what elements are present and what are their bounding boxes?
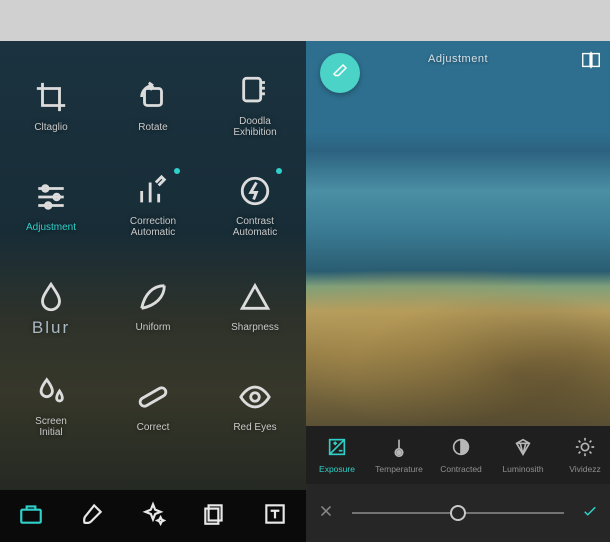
slider-track xyxy=(352,512,564,514)
triangle-icon xyxy=(238,280,272,314)
eye-icon xyxy=(238,380,272,414)
adjust-label: Vividezz xyxy=(569,464,601,474)
adjust-vividness[interactable]: Vividezz xyxy=(554,436,610,474)
tool-blur[interactable]: Blur xyxy=(0,256,102,356)
compare-button[interactable] xyxy=(580,49,602,76)
adjust-contrast[interactable]: Contracted xyxy=(430,436,492,474)
tool-label: Screen Initial xyxy=(35,416,67,438)
drops-icon xyxy=(34,374,68,408)
doodle-icon xyxy=(238,74,272,108)
tool-label: Red Eyes xyxy=(233,422,276,433)
adjust-label: Exposure xyxy=(319,464,355,474)
diamond-icon xyxy=(512,436,534,460)
tool-sharpen[interactable]: Sharpness xyxy=(204,256,306,356)
adjust-temperature[interactable]: Temperature xyxy=(368,436,430,474)
status-bar xyxy=(0,0,610,41)
action-row xyxy=(306,484,610,542)
preview-panel: Adjustment Exposure Temperature Contract… xyxy=(306,41,610,542)
tool-heal[interactable]: Correct xyxy=(102,356,204,456)
tool-adjustment[interactable]: Adjustment xyxy=(0,156,102,256)
panel-title: Adjustment xyxy=(306,53,610,65)
contrast-icon xyxy=(450,436,472,460)
thermometer-icon xyxy=(388,436,410,460)
tool-label: Adjustment xyxy=(26,222,76,233)
nav-effects[interactable] xyxy=(140,501,166,532)
tool-auto-color[interactable]: Correction Automatic xyxy=(102,156,204,256)
bottom-nav xyxy=(0,490,306,542)
close-icon xyxy=(317,502,335,525)
tool-redeye[interactable]: Red Eyes xyxy=(204,356,306,456)
tool-label: Sharpness xyxy=(231,322,279,333)
value-slider[interactable] xyxy=(346,512,570,514)
adjust-label: Temperature xyxy=(375,464,423,474)
tool-label: Blur xyxy=(32,322,70,333)
nav-toolbox[interactable] xyxy=(18,501,44,532)
check-icon xyxy=(581,502,599,525)
adjust-luminosity[interactable]: Luminosith xyxy=(492,436,554,474)
rotate-icon xyxy=(136,80,170,114)
adjust-label: Luminosith xyxy=(502,464,543,474)
adjust-label: Contracted xyxy=(440,464,482,474)
badge-dot xyxy=(276,168,282,174)
tools-panel: Cltaglio Rotate Doodla Exhibition Adjust… xyxy=(0,41,306,542)
tool-label: Correct xyxy=(137,422,170,433)
tool-label: Correction Automatic xyxy=(130,216,176,238)
sun-icon xyxy=(574,436,596,460)
tool-rotate[interactable]: Rotate xyxy=(102,56,204,156)
compare-icon xyxy=(580,49,602,76)
slider-knob[interactable] xyxy=(450,505,466,521)
confirm-button[interactable] xyxy=(570,502,610,525)
nav-layers[interactable] xyxy=(201,501,227,532)
tool-splash[interactable]: Screen Initial xyxy=(0,356,102,456)
tool-grid: Cltaglio Rotate Doodla Exhibition Adjust… xyxy=(0,56,306,456)
tool-smooth[interactable]: Uniform xyxy=(102,256,204,356)
drop-icon xyxy=(34,280,68,314)
adjustment-strip[interactable]: Exposure Temperature Contracted Luminosi… xyxy=(306,426,610,484)
tool-auto-contrast[interactable]: Contrast Automatic xyxy=(204,156,306,256)
bandage-icon xyxy=(136,380,170,414)
tool-label: Doodla Exhibition xyxy=(233,116,276,138)
nav-text[interactable] xyxy=(262,501,288,532)
tool-label: Uniform xyxy=(135,322,170,333)
feather-icon xyxy=(136,280,170,314)
tool-doodle[interactable]: Doodla Exhibition xyxy=(204,56,306,156)
crop-icon xyxy=(34,80,68,114)
exposure-icon xyxy=(326,436,348,460)
cancel-button[interactable] xyxy=(306,502,346,525)
badge-dot xyxy=(174,168,180,174)
tool-label: Rotate xyxy=(138,122,167,133)
adjust-exposure[interactable]: Exposure xyxy=(306,436,368,474)
bars-icon xyxy=(136,174,170,208)
tool-crop[interactable]: Cltaglio xyxy=(0,56,102,156)
bolt-circle-icon xyxy=(238,174,272,208)
sliders-icon xyxy=(34,180,68,214)
tool-label: Contrast Automatic xyxy=(233,216,277,238)
tool-label: Cltaglio xyxy=(34,122,67,133)
nav-brush[interactable] xyxy=(79,501,105,532)
